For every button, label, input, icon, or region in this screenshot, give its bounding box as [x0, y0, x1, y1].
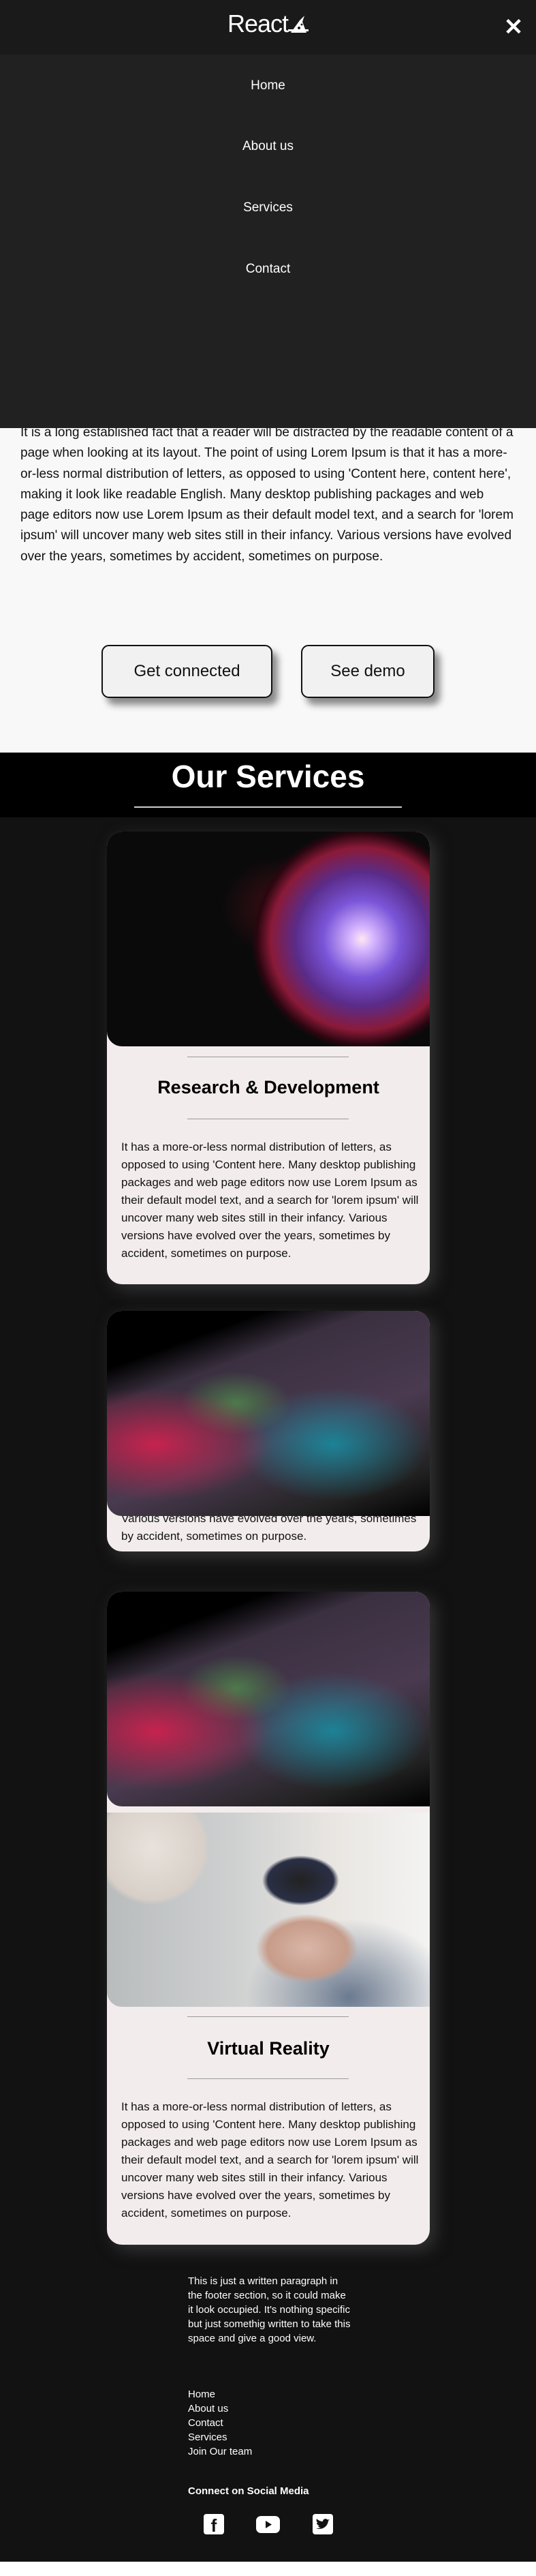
nav-item-services[interactable]: Services	[0, 200, 536, 215]
vr-headset-image	[107, 1813, 430, 2007]
logo-text: React	[227, 10, 289, 37]
footer-link-services[interactable]: Services	[188, 2430, 227, 2444]
footer-link-about[interactable]: About us	[188, 2401, 228, 2416]
header: React ✕	[0, 0, 536, 55]
logo[interactable]: React	[0, 10, 536, 38]
twitter-icon[interactable]	[313, 2514, 333, 2534]
footer-link-contact[interactable]: Contact	[188, 2416, 223, 2430]
divider	[187, 2016, 349, 2017]
social-heading: Connect on Social Media	[188, 2485, 309, 2497]
get-connected-button[interactable]: Get connected	[101, 645, 272, 698]
services-header: Our Services	[0, 753, 536, 817]
laptop-image	[107, 1592, 430, 1806]
card-text: It has a more-or-less normal distributio…	[121, 2100, 419, 2219]
wizard-hat-icon	[288, 11, 309, 33]
nav-item-contact[interactable]: Contact	[0, 262, 536, 277]
nav-menu: Home About us Services Contact	[0, 55, 536, 428]
see-demo-button[interactable]: See demo	[301, 645, 435, 698]
service-card-laptop: Various versions have evolved over the y…	[107, 1311, 430, 1551]
card-text: It has a more-or-less normal distributio…	[121, 1140, 419, 1260]
footer-link-join[interactable]: Join Our team	[188, 2444, 252, 2459]
nav-item-home[interactable]: Home	[0, 78, 536, 93]
divider	[187, 2078, 349, 2079]
service-card-research: Research & Development It has a more-or-…	[107, 832, 430, 1284]
laptop-image	[107, 1311, 430, 1516]
service-card-vr: Virtual Reality It has a more-or-less no…	[107, 1592, 430, 2245]
nav-item-about[interactable]: About us	[0, 139, 536, 154]
footer-text: This is just a written paragraph in the …	[188, 2275, 351, 2344]
close-icon: ✕	[503, 14, 524, 40]
footer-link-home[interactable]: Home	[188, 2387, 215, 2401]
plasma-ball-image	[107, 832, 430, 1046]
services-title: Our Services	[171, 759, 365, 794]
hero-text: It is a long established fact that a rea…	[20, 428, 514, 564]
hero-section: It is a long established fact that a rea…	[0, 428, 536, 753]
title-underline	[134, 806, 402, 808]
youtube-icon[interactable]	[256, 2516, 280, 2533]
close-menu-button[interactable]: ✕	[501, 15, 526, 40]
card-title: Research & Development	[157, 1077, 379, 1097]
facebook-icon[interactable]: f	[204, 2514, 224, 2536]
card-title: Virtual Reality	[207, 2038, 330, 2059]
